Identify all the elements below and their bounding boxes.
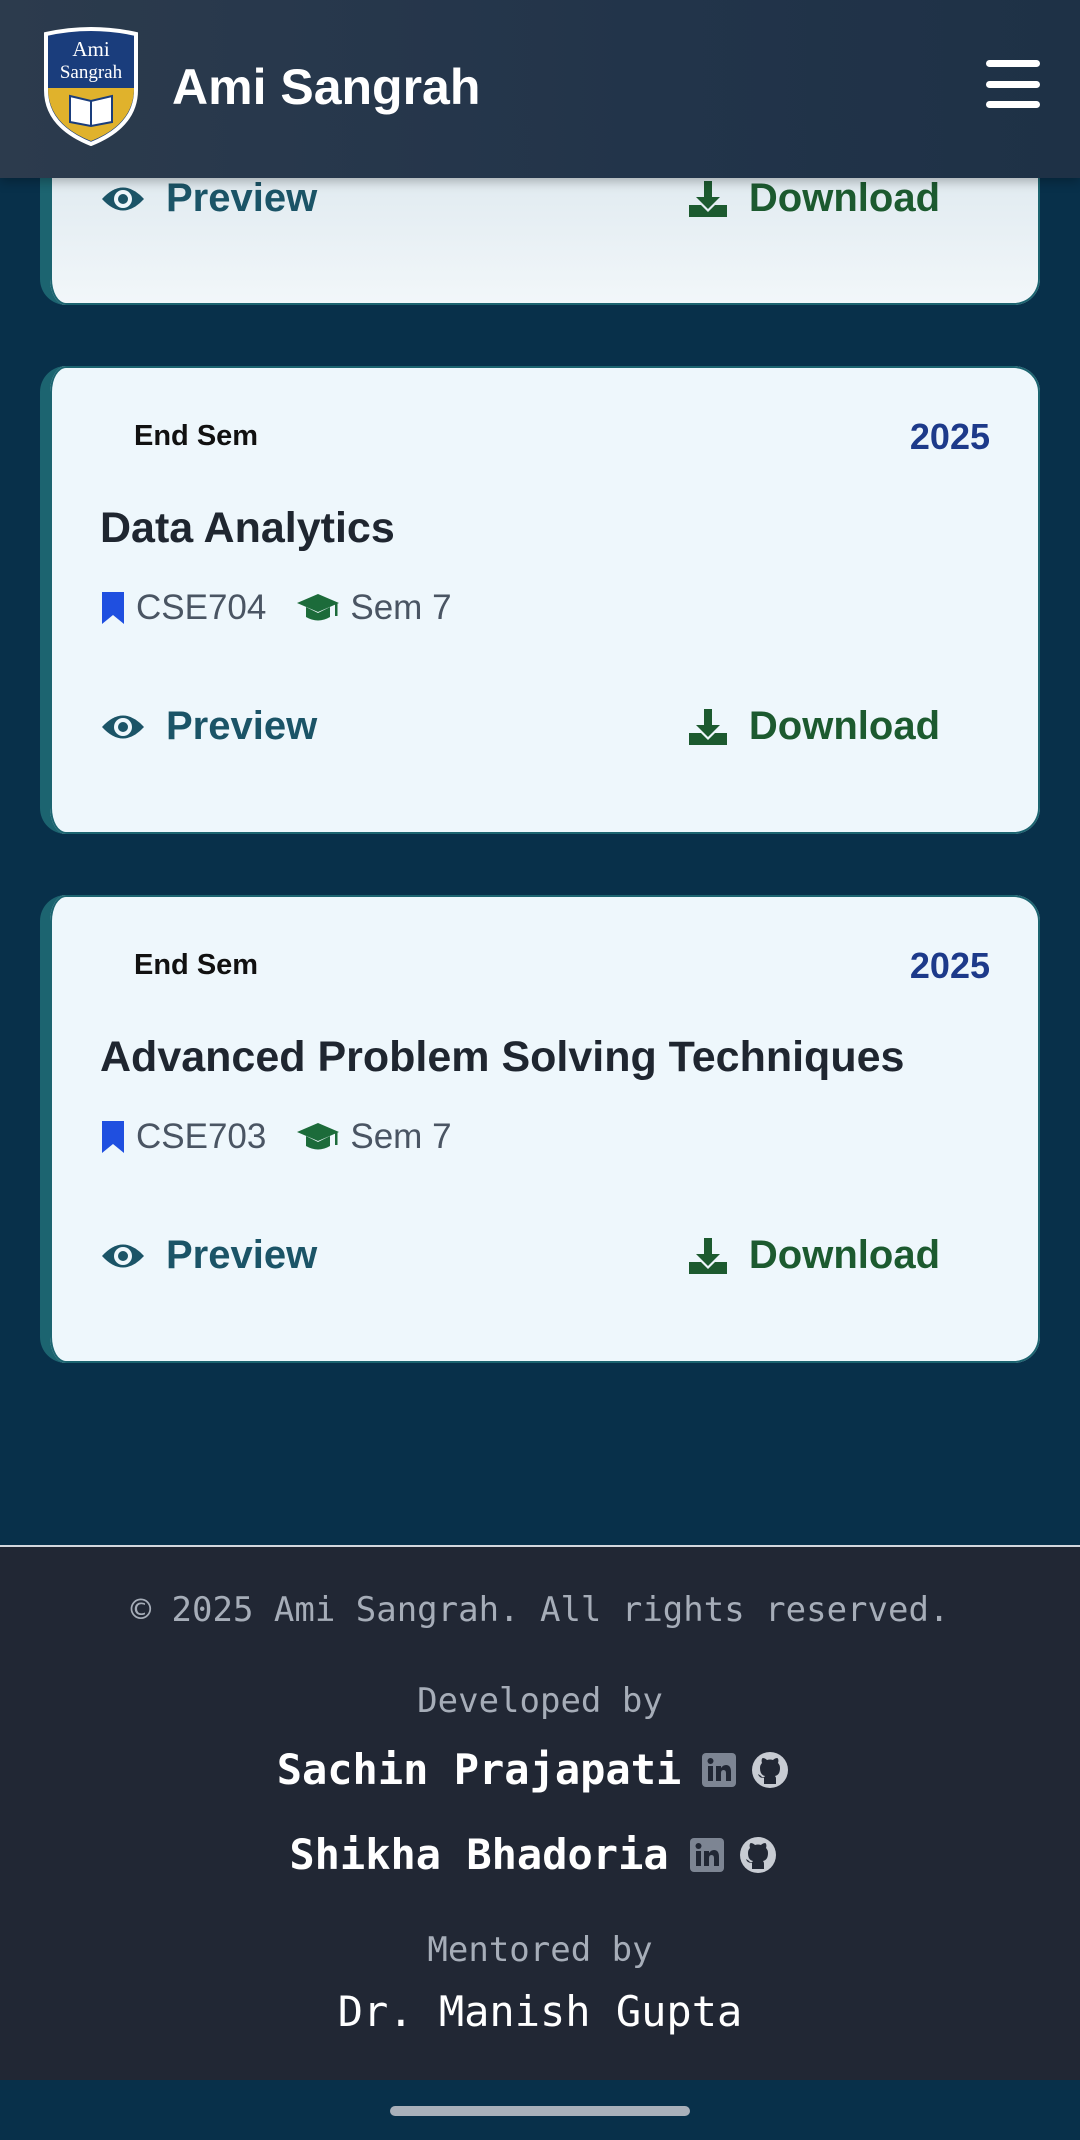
eye-icon	[102, 187, 144, 210]
preview-button[interactable]: Preview	[100, 1233, 317, 1278]
home-indicator[interactable]	[390, 2106, 690, 2116]
developer-name: Sachin Prajapati	[276, 1745, 682, 1794]
mentored-by-label: Mentored by	[427, 1930, 653, 1970]
bookmark-icon	[102, 1121, 124, 1153]
developed-by-label: Developed by	[417, 1681, 663, 1721]
course-code-text: CSE703	[136, 1117, 267, 1156]
semester-text: Sem 7	[350, 1117, 452, 1156]
download-icon	[688, 708, 727, 745]
semester: Sem 7	[296, 1117, 452, 1157]
semester-text: Sem 7	[350, 588, 452, 627]
app-header: Ami Sangrah Ami Sangrah	[0, 0, 1080, 178]
developer-name: Shikha Bhadoria	[289, 1830, 669, 1879]
graduation-cap-icon	[297, 1123, 340, 1150]
developer-row: Sachin Prajapati	[0, 1745, 1080, 1794]
paper-card[interactable]: End Sem 2025 Advanced Problem Solving Te…	[40, 895, 1040, 1363]
preview-label: Preview	[166, 176, 318, 220]
download-icon	[688, 1237, 727, 1274]
eye-icon	[102, 715, 144, 738]
site-footer: © 2025 Ami Sangrah. All rights reserved.…	[0, 1545, 1080, 2080]
paper-meta: CSE704 Sem 7	[100, 588, 482, 628]
download-button[interactable]: Download	[687, 176, 940, 221]
preview-button[interactable]: Preview	[100, 176, 317, 221]
course-code-text: CSE704	[136, 588, 267, 627]
exam-type: End Sem	[134, 420, 259, 452]
subject-title: Advanced Problem Solving Techniques	[100, 1033, 905, 1081]
svg-text:Ami: Ami	[72, 37, 110, 61]
card-actions: Preview Download	[100, 704, 990, 754]
copyright-text: © 2025 Ami Sangrah. All rights reserved.	[130, 1590, 950, 1630]
linkedin-icon[interactable]	[701, 1752, 737, 1788]
paper-meta: CSE703 Sem 7	[100, 1117, 482, 1157]
course-code: CSE704	[100, 588, 266, 628]
app-title: Ami Sangrah	[172, 59, 481, 115]
download-button[interactable]: Download	[687, 704, 940, 749]
app-logo[interactable]: Ami Sangrah	[40, 26, 142, 147]
graduation-cap-icon	[297, 594, 340, 621]
svg-text:Sangrah: Sangrah	[60, 62, 123, 83]
download-label: Download	[748, 1233, 940, 1277]
exam-year: 2025	[909, 416, 990, 457]
mentor-name: Dr. Manish Gupta	[337, 1987, 743, 2036]
exam-year: 2025	[909, 945, 990, 986]
exam-type: End Sem	[134, 949, 259, 981]
card-actions: Preview Download	[100, 1233, 990, 1283]
download-label: Download	[748, 704, 940, 748]
github-icon[interactable]	[739, 1836, 777, 1874]
subject-title: Data Analytics	[100, 504, 395, 552]
download-button[interactable]: Download	[687, 1233, 940, 1278]
linkedin-icon[interactable]	[689, 1837, 725, 1873]
developer-row: Shikha Bhadoria	[0, 1830, 1080, 1879]
semester: Sem 7	[296, 588, 452, 628]
card-actions: Preview Download	[100, 176, 990, 226]
preview-label: Preview	[166, 704, 318, 748]
preview-button[interactable]: Preview	[100, 704, 317, 749]
preview-label: Preview	[166, 1233, 318, 1277]
hamburger-menu-icon[interactable]	[986, 60, 1040, 108]
eye-icon	[102, 1244, 144, 1267]
github-icon[interactable]	[751, 1751, 789, 1789]
download-icon	[688, 180, 727, 217]
paper-card[interactable]: End Sem 2025 Data Analytics CSE704 Sem 7	[40, 366, 1040, 834]
bookmark-icon	[102, 592, 124, 624]
course-code: CSE703	[100, 1117, 266, 1157]
download-label: Download	[748, 176, 940, 220]
